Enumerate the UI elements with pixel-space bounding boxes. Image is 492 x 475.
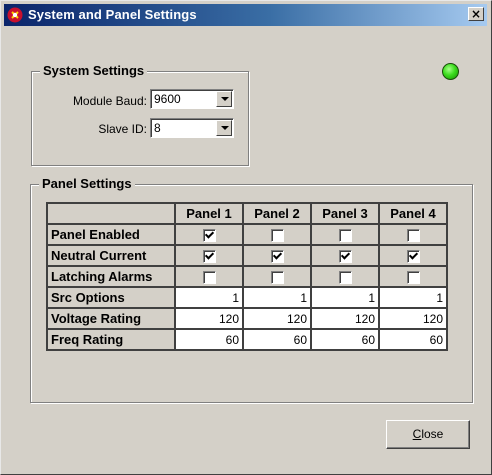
table-row: Neutral Current [48,246,448,267]
module-baud-label: Module Baud: [72,94,147,108]
window-title: System and Panel Settings [28,7,197,22]
chevron-down-icon [221,97,229,101]
checkbox[interactable] [406,228,420,242]
checkbox-cell [380,267,448,288]
slave-id-select[interactable]: 8 [150,118,234,138]
checkbox-cell [244,246,312,267]
checkbox[interactable] [338,249,352,263]
grid-header-row: Panel 1 Panel 2 Panel 3 Panel 4 [48,204,448,225]
number-input-cell[interactable]: 60 [176,330,244,351]
chevron-down-icon [221,126,229,130]
title-bar[interactable]: System and Panel Settings × [4,4,487,26]
checkbox[interactable] [406,249,420,263]
panel-settings-legend: Panel Settings [39,176,135,191]
close-window-button[interactable]: × [468,7,484,21]
number-input-cell[interactable]: 120 [244,309,312,330]
checkbox[interactable] [202,270,216,284]
checkbox[interactable] [270,228,284,242]
checkbox-cell [244,267,312,288]
number-input-cell[interactable]: 1 [244,288,312,309]
module-baud-select[interactable]: 9600 [150,89,234,109]
close-button-label: lose [421,427,444,441]
table-row: Panel Enabled [48,225,448,246]
settings-dialog: System and Panel Settings × System Setti… [0,0,492,475]
row-header: Voltage Rating [48,309,176,330]
number-input-cell[interactable]: 1 [176,288,244,309]
system-settings-legend: System Settings [40,63,148,78]
checkbox[interactable] [338,270,352,284]
checkbox-cell [244,225,312,246]
number-input-cell[interactable]: 60 [312,330,380,351]
table-row: Src Options 1 1 1 1 [48,288,448,309]
row-header: Latching Alarms [48,267,176,288]
column-header-panel-1: Panel 1 [176,204,244,225]
panel-settings-grid: Panel 1 Panel 2 Panel 3 Panel 4 Panel Enable… [46,202,448,351]
checkbox-cell [312,246,380,267]
app-logo-icon [7,7,23,23]
checkbox[interactable] [270,270,284,284]
checkbox-cell [312,225,380,246]
checkbox-cell [312,267,380,288]
row-header: Panel Enabled [48,225,176,246]
checkbox-cell [380,225,448,246]
column-header-panel-4: Panel 4 [380,204,448,225]
close-button[interactable]: Close [386,420,470,449]
checkbox-cell [380,246,448,267]
checkbox[interactable] [202,228,216,242]
number-input-cell[interactable]: 60 [244,330,312,351]
row-header: Src Options [48,288,176,309]
module-baud-dropdown-button[interactable] [216,91,232,107]
number-input-cell[interactable]: 120 [312,309,380,330]
number-input-cell[interactable]: 1 [312,288,380,309]
table-row: Voltage Rating 120 120 120 120 [48,309,448,330]
grid-corner-cell [48,204,176,225]
row-header: Freq Rating [48,330,176,351]
checkbox[interactable] [270,249,284,263]
column-header-panel-3: Panel 3 [312,204,380,225]
number-input-cell[interactable]: 1 [380,288,448,309]
column-header-panel-2: Panel 2 [244,204,312,225]
status-led-icon [442,63,459,80]
number-input-cell[interactable]: 120 [380,309,448,330]
slave-id-label: Slave ID: [98,122,147,136]
checkbox-cell [176,267,244,288]
checkbox[interactable] [202,249,216,263]
checkbox-cell [176,225,244,246]
number-input-cell[interactable]: 60 [380,330,448,351]
module-baud-value: 9600 [154,92,181,106]
table-row: Latching Alarms [48,267,448,288]
number-input-cell[interactable]: 120 [176,309,244,330]
slave-id-dropdown-button[interactable] [216,120,232,136]
checkbox[interactable] [338,228,352,242]
row-header: Neutral Current [48,246,176,267]
slave-id-value: 8 [154,121,161,135]
table-row: Freq Rating 60 60 60 60 [48,330,448,351]
checkbox[interactable] [406,270,420,284]
checkbox-cell [176,246,244,267]
